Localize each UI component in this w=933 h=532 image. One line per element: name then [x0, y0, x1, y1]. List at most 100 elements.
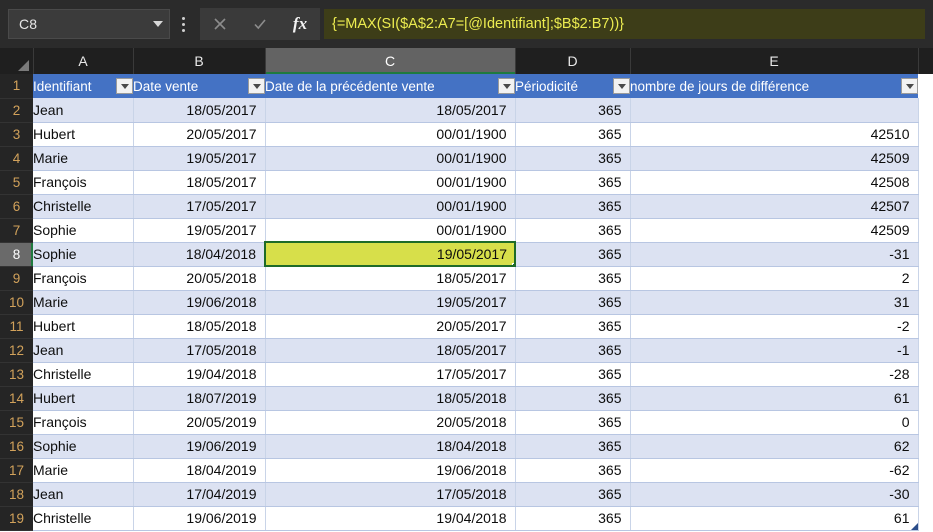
cell-identifiant-19[interactable]: Christelle: [33, 506, 134, 531]
cell-date-vente-18[interactable]: 17/04/2019: [133, 482, 266, 507]
cell-jours-difference-4[interactable]: 42509: [630, 146, 919, 171]
table-row[interactable]: 16 Sophie 19/06/2019 18/04/2018 365 62: [0, 434, 933, 459]
table-header-date-vente[interactable]: Date vente: [133, 74, 265, 98]
cell-periodicite-19[interactable]: 365: [515, 506, 631, 531]
cell-identifiant-15[interactable]: François: [33, 410, 134, 435]
confirm-formula-button[interactable]: [243, 9, 277, 39]
column-header-b[interactable]: B: [133, 48, 266, 74]
filter-dropdown-icon-identifiant[interactable]: [116, 78, 133, 94]
cell-date-precedente-8[interactable]: 19/05/2017: [264, 241, 516, 267]
table-row[interactable]: 19 Christelle 19/06/2019 19/04/2018 365 61: [0, 506, 933, 531]
cell-identifiant-3[interactable]: Hubert: [33, 122, 134, 147]
cell-date-precedente-6[interactable]: 00/01/1900: [265, 194, 516, 219]
cell-periodicite-14[interactable]: 365: [515, 386, 631, 411]
cell-periodicite-5[interactable]: 365: [515, 170, 631, 195]
spreadsheet-grid[interactable]: A B C D E 1 Identifiant Date vente Date …: [0, 48, 933, 532]
cell-date-precedente-5[interactable]: 00/01/1900: [265, 170, 516, 195]
cell-date-vente-8[interactable]: 18/04/2018: [133, 242, 266, 267]
cell-identifiant-16[interactable]: Sophie: [33, 434, 134, 459]
row-header-17[interactable]: 17: [0, 458, 33, 483]
cell-date-precedente-9[interactable]: 18/05/2017: [265, 266, 516, 291]
table-row[interactable]: 14 Hubert 18/07/2019 18/05/2018 365 61: [0, 386, 933, 411]
column-header-e[interactable]: E: [630, 48, 919, 74]
column-header-d[interactable]: D: [515, 48, 631, 74]
cell-jours-difference-5[interactable]: 42508: [630, 170, 919, 195]
cell-date-precedente-3[interactable]: 00/01/1900: [265, 122, 516, 147]
cell-jours-difference-2[interactable]: [630, 98, 919, 123]
row-header-14[interactable]: 14: [0, 386, 33, 411]
cell-identifiant-8[interactable]: Sophie: [33, 242, 134, 267]
cell-periodicite-6[interactable]: 365: [515, 194, 631, 219]
cell-jours-difference-9[interactable]: 2: [630, 266, 919, 291]
table-header-identifiant[interactable]: Identifiant: [33, 74, 133, 98]
formula-input[interactable]: {=MAX(SI($A$2:A7=[@Identifiant];$B$2:B7)…: [324, 9, 925, 39]
row-header-7[interactable]: 7: [0, 218, 33, 243]
row-header-9[interactable]: 9: [0, 266, 33, 291]
cell-date-vente-17[interactable]: 18/04/2019: [133, 458, 266, 483]
table-row[interactable]: 9 François 20/05/2018 18/05/2017 365 2: [0, 266, 933, 291]
cell-jours-difference-12[interactable]: -1: [630, 338, 919, 363]
row-header-1[interactable]: 1: [0, 74, 33, 99]
cell-periodicite-13[interactable]: 365: [515, 362, 631, 387]
insert-function-button[interactable]: fx: [283, 9, 317, 39]
cell-date-precedente-18[interactable]: 17/05/2018: [265, 482, 516, 507]
cell-identifiant-5[interactable]: François: [33, 170, 134, 195]
table-resize-handle[interactable]: [910, 522, 917, 529]
cell-periodicite-10[interactable]: 365: [515, 290, 631, 315]
row-header-8[interactable]: 8: [0, 242, 33, 267]
cell-date-precedente-14[interactable]: 18/05/2018: [265, 386, 516, 411]
cell-jours-difference-19[interactable]: 61: [630, 506, 919, 531]
table-row[interactable]: 4 Marie 19/05/2017 00/01/1900 365 42509: [0, 146, 933, 171]
cell-date-vente-7[interactable]: 19/05/2017: [133, 218, 266, 243]
table-row[interactable]: 10 Marie 19/06/2018 19/05/2017 365 31: [0, 290, 933, 315]
cell-jours-difference-3[interactable]: 42510: [630, 122, 919, 147]
cell-date-vente-9[interactable]: 20/05/2018: [133, 266, 266, 291]
table-header-periodicite[interactable]: Périodicité: [515, 74, 630, 98]
filter-dropdown-icon-date-vente[interactable]: [248, 78, 265, 94]
cell-date-vente-19[interactable]: 19/06/2019: [133, 506, 266, 531]
cell-date-precedente-7[interactable]: 00/01/1900: [265, 218, 516, 243]
row-header-2[interactable]: 2: [0, 98, 33, 123]
cell-date-vente-15[interactable]: 20/05/2019: [133, 410, 266, 435]
table-row[interactable]: 18 Jean 17/04/2019 17/05/2018 365 -30: [0, 482, 933, 507]
cell-date-vente-3[interactable]: 20/05/2017: [133, 122, 266, 147]
row-header-15[interactable]: 15: [0, 410, 33, 435]
table-row[interactable]: 12 Jean 17/05/2018 18/05/2017 365 -1: [0, 338, 933, 363]
cell-identifiant-4[interactable]: Marie: [33, 146, 134, 171]
cell-date-vente-4[interactable]: 19/05/2017: [133, 146, 266, 171]
table-row[interactable]: 5 François 18/05/2017 00/01/1900 365 42508: [0, 170, 933, 195]
row-header-19[interactable]: 19: [0, 506, 33, 531]
cell-date-vente-6[interactable]: 17/05/2017: [133, 194, 266, 219]
fill-handle[interactable]: [512, 263, 513, 264]
name-box[interactable]: C8: [8, 9, 170, 39]
row-header-18[interactable]: 18: [0, 482, 33, 507]
row-header-4[interactable]: 4: [0, 146, 33, 171]
cell-date-precedente-15[interactable]: 20/05/2018: [265, 410, 516, 435]
row-header-10[interactable]: 10: [0, 290, 33, 315]
cell-periodicite-8[interactable]: 365: [515, 242, 631, 267]
table-row[interactable]: 7 Sophie 19/05/2017 00/01/1900 365 42509: [0, 218, 933, 243]
row-header-6[interactable]: 6: [0, 194, 33, 219]
cell-date-precedente-13[interactable]: 17/05/2017: [265, 362, 516, 387]
cell-periodicite-12[interactable]: 365: [515, 338, 631, 363]
cell-jours-difference-18[interactable]: -30: [630, 482, 919, 507]
kebab-menu-icon[interactable]: [170, 9, 196, 39]
table-header-jours-difference[interactable]: nombre de jours de différence: [630, 74, 918, 98]
cell-jours-difference-8[interactable]: -31: [630, 242, 919, 267]
column-header-a[interactable]: A: [33, 48, 134, 74]
table-header-date-precedente[interactable]: Date de la précédente vente: [265, 74, 515, 98]
cell-jours-difference-11[interactable]: -2: [630, 314, 919, 339]
cell-jours-difference-10[interactable]: 31: [630, 290, 919, 315]
cell-date-precedente-11[interactable]: 20/05/2017: [265, 314, 516, 339]
cell-jours-difference-16[interactable]: 62: [630, 434, 919, 459]
cell-periodicite-16[interactable]: 365: [515, 434, 631, 459]
row-header-3[interactable]: 3: [0, 122, 33, 147]
cell-date-precedente-4[interactable]: 00/01/1900: [265, 146, 516, 171]
cell-jours-difference-15[interactable]: 0: [630, 410, 919, 435]
cancel-formula-button[interactable]: [203, 9, 237, 39]
row-header-11[interactable]: 11: [0, 314, 33, 339]
cell-date-vente-13[interactable]: 19/04/2018: [133, 362, 266, 387]
row-header-12[interactable]: 12: [0, 338, 33, 363]
cell-identifiant-14[interactable]: Hubert: [33, 386, 134, 411]
cell-date-precedente-19[interactable]: 19/04/2018: [265, 506, 516, 531]
